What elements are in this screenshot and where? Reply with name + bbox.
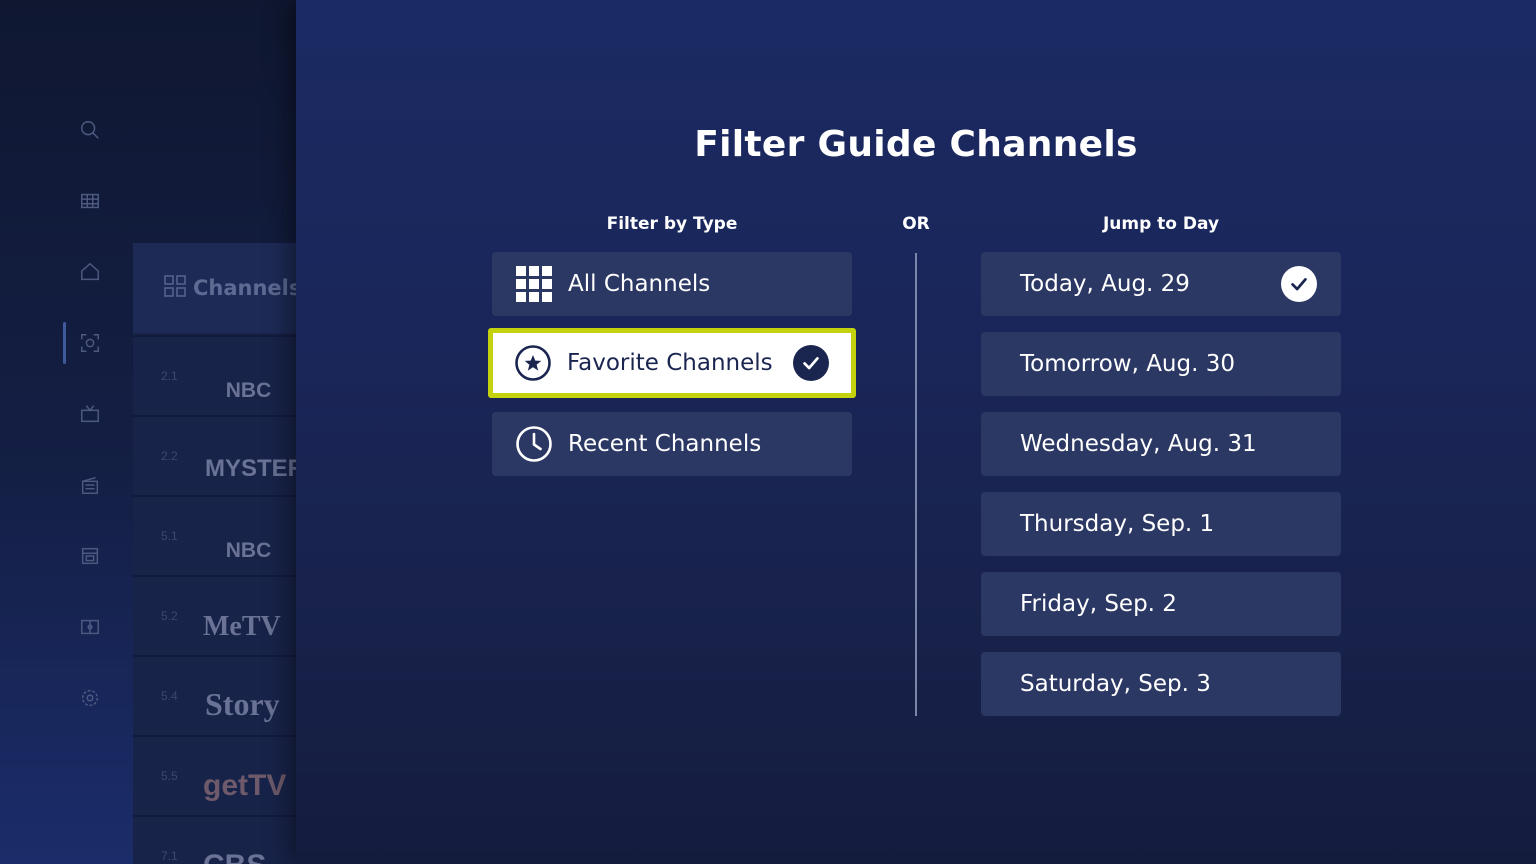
channel-logo-cbs: CBS bbox=[201, 831, 296, 864]
channel-logo-gettv: getTV bbox=[203, 769, 287, 802]
favorite-channels-button[interactable]: Favorite Channels bbox=[488, 328, 856, 398]
day-button-friday[interactable]: Friday, Sep. 2 bbox=[981, 572, 1341, 636]
channel-logo-nbc: NBC bbox=[225, 379, 272, 402]
channel-row[interactable]: 5.2 MeTV bbox=[133, 575, 296, 653]
guide-grid-icon[interactable] bbox=[78, 189, 102, 213]
settings-icon[interactable] bbox=[78, 686, 102, 710]
channel-logo-story: Story bbox=[205, 686, 280, 722]
channel-logo-mystery: MYSTERY bbox=[205, 455, 296, 482]
active-indicator bbox=[63, 322, 66, 364]
recordings-icon[interactable] bbox=[78, 544, 102, 568]
all-channels-button[interactable]: All Channels bbox=[492, 252, 852, 316]
checkmark-icon bbox=[793, 345, 829, 381]
jump-to-day-label: Jump to Day bbox=[1102, 214, 1220, 234]
sports-icon[interactable] bbox=[78, 615, 102, 639]
channel-row[interactable]: 5.4 Story bbox=[133, 655, 296, 733]
channels-header-label: Channels bbox=[193, 276, 296, 300]
checkmark-icon bbox=[1281, 266, 1317, 302]
channel-number: 7.1 bbox=[161, 849, 178, 863]
channel-logo-metv: MeTV bbox=[203, 611, 281, 642]
channel-row[interactable]: 5.1 NBC bbox=[133, 495, 296, 573]
day-label: Tomorrow, Aug. 30 bbox=[1020, 351, 1235, 377]
favorite-channels-label: Favorite Channels bbox=[567, 350, 773, 376]
day-label: Friday, Sep. 2 bbox=[1020, 591, 1177, 617]
filter-guide-panel: Filter Guide Channels Filter by Type OR … bbox=[296, 0, 1536, 864]
channels-grid-icon bbox=[163, 274, 187, 302]
star-circle-icon bbox=[514, 344, 552, 382]
channel-logo-nbc: NBC bbox=[225, 539, 272, 562]
channel-row[interactable]: 7.1 CBS bbox=[133, 815, 296, 864]
day-label: Wednesday, Aug. 31 bbox=[1020, 431, 1257, 457]
grid-icon bbox=[515, 265, 553, 303]
filter-by-type-label: Filter by Type bbox=[606, 214, 738, 234]
channel-number: 2.2 bbox=[161, 449, 178, 463]
or-label: OR bbox=[902, 214, 930, 234]
home-icon[interactable] bbox=[78, 260, 102, 284]
channel-number: 5.1 bbox=[161, 529, 178, 543]
channel-number: 5.5 bbox=[161, 769, 178, 783]
page-title: Filter Guide Channels bbox=[694, 124, 1138, 165]
clock-icon bbox=[515, 425, 553, 463]
recent-channels-button[interactable]: Recent Channels bbox=[492, 412, 852, 476]
tv-icon[interactable] bbox=[78, 402, 102, 426]
channel-list: Channels 2.1 NBC 2.2 MYSTERY 5.1 NBC 5.2… bbox=[133, 243, 296, 864]
day-label: Today, Aug. 29 bbox=[1020, 271, 1190, 297]
day-button-today[interactable]: Today, Aug. 29 bbox=[981, 252, 1341, 316]
movies-icon[interactable] bbox=[78, 473, 102, 497]
channel-number: 5.2 bbox=[161, 609, 178, 623]
channel-row[interactable]: 5.5 getTV bbox=[133, 735, 296, 813]
channel-number: 5.4 bbox=[161, 689, 178, 703]
live-focus-icon[interactable] bbox=[78, 331, 102, 355]
channel-row[interactable]: 2.1 NBC bbox=[133, 335, 296, 413]
all-channels-label: All Channels bbox=[568, 271, 711, 297]
search-icon[interactable] bbox=[78, 118, 102, 142]
guide-background: Channels 2.1 NBC 2.2 MYSTERY 5.1 NBC 5.2… bbox=[0, 0, 296, 864]
day-button-thursday[interactable]: Thursday, Sep. 1 bbox=[981, 492, 1341, 556]
channel-number: 2.1 bbox=[161, 369, 178, 383]
column-divider bbox=[915, 253, 917, 716]
channel-row[interactable]: 2.2 MYSTERY bbox=[133, 415, 296, 493]
recent-channels-label: Recent Channels bbox=[568, 431, 762, 457]
day-label: Thursday, Sep. 1 bbox=[1020, 511, 1215, 537]
day-label: Saturday, Sep. 3 bbox=[1020, 671, 1211, 697]
day-button-tomorrow[interactable]: Tomorrow, Aug. 30 bbox=[981, 332, 1341, 396]
day-button-saturday[interactable]: Saturday, Sep. 3 bbox=[981, 652, 1341, 716]
day-button-wednesday[interactable]: Wednesday, Aug. 31 bbox=[981, 412, 1341, 476]
channels-header[interactable]: Channels bbox=[133, 243, 296, 333]
side-navigation bbox=[60, 100, 120, 740]
